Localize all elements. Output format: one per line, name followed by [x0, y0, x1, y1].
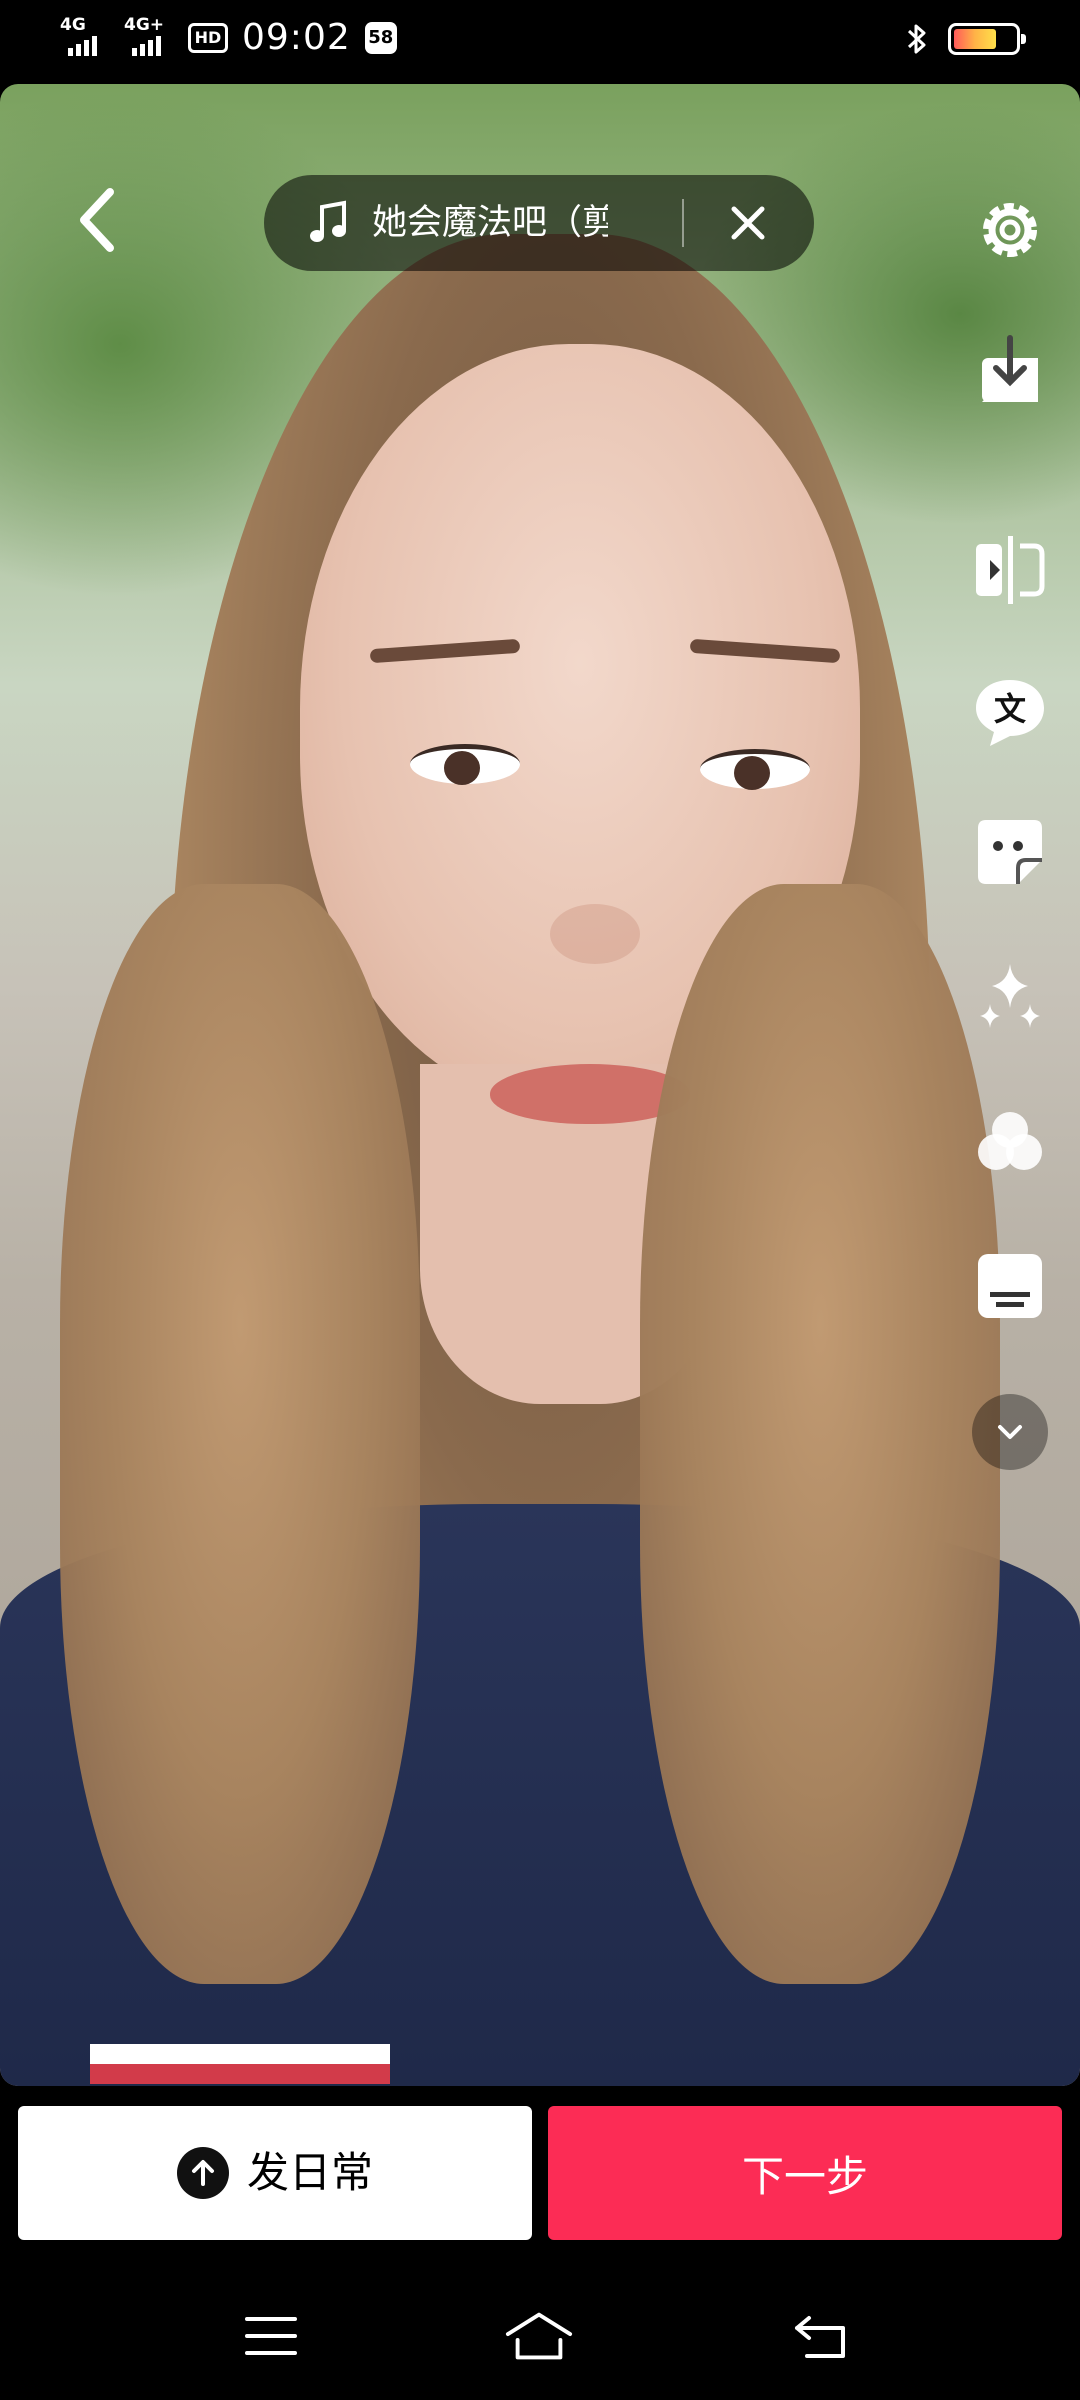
- preview-shirt-stripe-red: [90, 2064, 390, 2084]
- upload-arrow-icon: [176, 2147, 229, 2199]
- status-left: 4G 4G+ HD 09:02 58: [60, 16, 397, 60]
- flip-camera-icon: [976, 536, 1045, 604]
- text-icon: 文: [976, 680, 1044, 746]
- system-nav-bar: [0, 2270, 1080, 2400]
- notification-count-badge: 58: [364, 22, 397, 54]
- battery-level-fill: [954, 29, 996, 49]
- nav-home-button[interactable]: [504, 2306, 574, 2366]
- back-button[interactable]: [70, 180, 126, 260]
- preview-hair-right: [640, 884, 1000, 1984]
- close-icon[interactable]: [726, 201, 770, 245]
- network-type-label-2: 4G+: [124, 15, 165, 35]
- status-time: 09:02: [242, 17, 351, 58]
- music-note-icon: [310, 200, 346, 242]
- network-type-label: 4G: [60, 15, 86, 35]
- subtitle-icon: [978, 1254, 1042, 1318]
- subtitle-button[interactable]: [970, 1246, 1050, 1326]
- preview-eye-left: [410, 744, 520, 785]
- sticker-icon: [978, 820, 1042, 884]
- filter-button[interactable]: [970, 1102, 1050, 1182]
- chevron-left-icon: [80, 188, 114, 252]
- back-icon: [795, 2316, 845, 2358]
- music-divider: [682, 199, 684, 247]
- filter-icon: [978, 1112, 1042, 1170]
- hd-voice-badge: HD: [188, 23, 228, 53]
- action-row: 发日常 下一步: [0, 2106, 1080, 2240]
- more-chevron-down-icon: [998, 1425, 1022, 1439]
- preview-eye-right: [700, 749, 810, 790]
- preview-hair-left: [60, 884, 420, 1984]
- text-button[interactable]: 文: [970, 672, 1050, 752]
- effects-sparkle-icon: [980, 964, 1040, 1028]
- music-title: 她会魔法吧（剪: [372, 203, 608, 243]
- selected-music-pill[interactable]: 她会魔法吧（剪: [264, 175, 814, 271]
- signal-4g-icon: 4G: [60, 16, 110, 60]
- signal-4g-plus-icon: 4G+: [124, 16, 174, 60]
- nav-back-button[interactable]: [786, 2306, 856, 2366]
- effects-button[interactable]: [970, 960, 1050, 1040]
- home-icon: [505, 2312, 573, 2360]
- text-icon-glyph: 文: [994, 690, 1026, 728]
- bluetooth-icon: [907, 24, 926, 54]
- status-bar: 4G 4G+ HD 09:02 58: [0, 0, 1080, 82]
- preview-shirt-stripe-white: [90, 2044, 390, 2064]
- status-right: [906, 22, 1026, 56]
- more-tools-button[interactable]: [972, 1394, 1048, 1470]
- flip-button[interactable]: [970, 530, 1050, 610]
- sticker-button[interactable]: [970, 812, 1050, 892]
- camera-preview[interactable]: [0, 84, 1080, 2086]
- settings-icon: [983, 203, 1037, 257]
- menu-icon: [245, 2317, 297, 2355]
- preview-nose: [550, 904, 640, 964]
- nav-menu-button[interactable]: [236, 2306, 306, 2366]
- post-daily-label: 发日常: [246, 2148, 373, 2197]
- settings-button[interactable]: [970, 190, 1050, 270]
- download-icon: [982, 335, 1038, 402]
- post-daily-button[interactable]: 发日常: [18, 2106, 532, 2240]
- download-button[interactable]: [970, 332, 1050, 412]
- battery-icon: [948, 23, 1026, 55]
- next-step-button[interactable]: 下一步: [548, 2106, 1062, 2240]
